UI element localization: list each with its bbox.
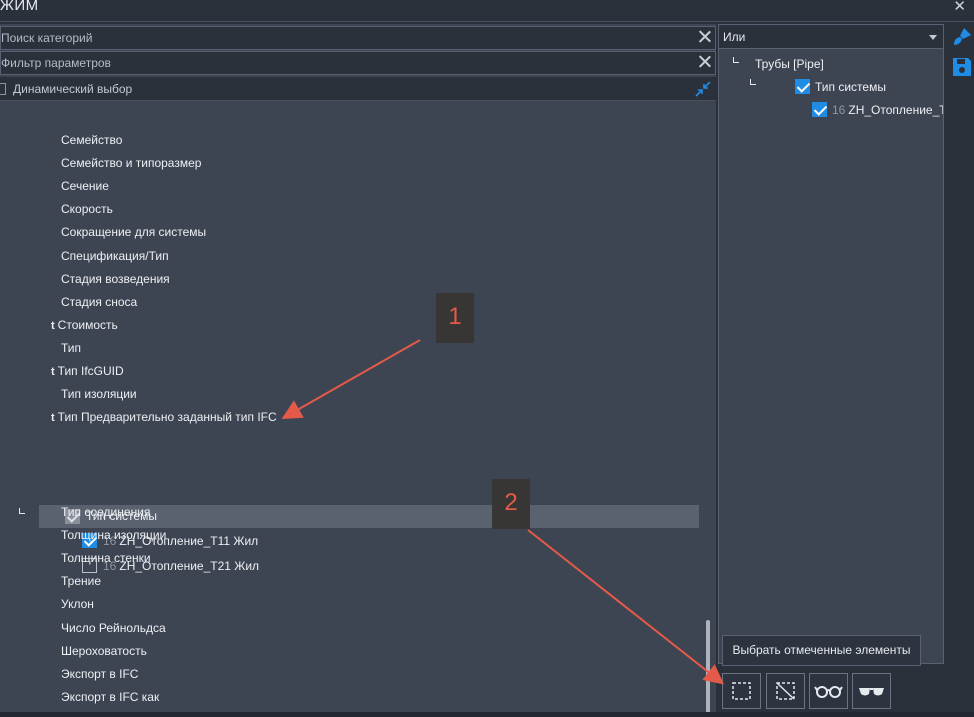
parameter-item-after-8[interactable]: Экспорт в IFC (61, 664, 138, 684)
chevron-down-icon[interactable] (929, 35, 937, 40)
scrollbar-thumb[interactable] (706, 620, 710, 716)
parameter-item-11[interactable]: t Тип IfcGUID (51, 361, 124, 381)
dynamic-selection-row: Динамический выбор (0, 77, 716, 101)
parameter-item-12[interactable]: Тип изоляции (61, 384, 137, 404)
filter-panel: Или Трубы [Pipe] Тип системы 16 ZH_Отопле… (718, 24, 944, 664)
parameter-label: Трение (61, 574, 102, 589)
parameter-label: Тип изоляции (61, 387, 137, 402)
status-strip (0, 712, 974, 717)
parameter-label: Семейство (61, 133, 123, 147)
parameter-list: Семейство Семейство и типоразмер Сечение Ск… (0, 102, 716, 717)
shared-parameter-icon: t (51, 412, 55, 425)
collapse-icon[interactable] (694, 80, 712, 98)
parameter-item-8[interactable]: Стадия сноса (61, 292, 137, 312)
hide-glasses-icon (859, 688, 884, 696)
parameter-filter-input[interactable] (1, 52, 691, 74)
parameter-item-10[interactable]: Тип (61, 338, 81, 358)
filter-parameter-checkbox[interactable] (795, 79, 810, 94)
parameter-label: Стадия сноса (61, 294, 138, 309)
parameter-label: Стоимость (57, 317, 118, 332)
clear-parameter-filter-icon[interactable] (698, 55, 712, 69)
logic-value: Или (723, 30, 746, 44)
category-search-field[interactable] (0, 26, 716, 50)
parameter-label: Тип соединения (61, 505, 151, 519)
parameter-item-after-3[interactable]: Толщина стенки (61, 548, 151, 568)
shared-parameter-icon: t (51, 319, 55, 332)
parameter-label: Шероховатость (61, 643, 147, 658)
parameter-item-after-1[interactable]: Тип соединения (61, 502, 150, 522)
tree-corner-icon[interactable] (750, 79, 756, 85)
filter-value: 16 ZH_Отопление_Т (832, 103, 943, 117)
parameters-panel: Динамический выбор Семейство Семейство и … (0, 24, 716, 717)
parameter-label: Уклон (61, 597, 94, 612)
parameter-item-13[interactable]: t Тип Предварительно заданный тип IFC (51, 407, 277, 427)
isolate-button[interactable] (809, 673, 848, 709)
parameter-label: Толщина изоляции (61, 528, 167, 543)
parameter-item-1[interactable]: Семейство (61, 130, 122, 150)
filter-value-checkbox[interactable] (812, 102, 827, 117)
parameter-item-after-9[interactable]: Экспорт в IFC как (61, 687, 159, 707)
shared-parameter-icon: t (51, 366, 55, 378)
close-icon[interactable]: ✕ (953, 0, 966, 15)
isolate-glasses-icon (814, 686, 843, 698)
expanded-corner-icon[interactable] (19, 508, 25, 514)
parameter-item-2[interactable]: Семейство и типоразмер (61, 153, 201, 173)
parameter-item-9[interactable]: t Стоимость (51, 315, 118, 335)
title-bar: ЖИМ ✕ (0, 0, 974, 22)
parameter-item-4[interactable]: Скорость (61, 199, 113, 219)
select-rect-icon (732, 682, 751, 700)
hide-button[interactable] (852, 673, 891, 709)
parameter-label: Экспорт в IFC (61, 666, 139, 681)
deselect-rect-button[interactable] (766, 673, 805, 709)
parameter-label: Тип IfcGUID (57, 364, 124, 378)
parameter-label: Стадия возведения (61, 271, 170, 286)
dynamic-selection-checkbox[interactable] (0, 83, 6, 95)
logic-dropdown[interactable]: Или (719, 25, 943, 49)
parameter-item-after-6[interactable]: Число Рейнольдса (61, 618, 166, 638)
parameter-item-after-2[interactable]: Толщина изоляции (61, 525, 166, 545)
tree-corner-icon[interactable] (733, 57, 739, 63)
save-icon[interactable] (951, 56, 973, 78)
parameter-label: Спецификация/Тип (61, 248, 169, 263)
parameter-label: Тип (61, 340, 82, 355)
parameter-item-6[interactable]: Спецификация/Тип (61, 246, 169, 266)
parameter-label: Семейство и типоразмер (61, 156, 202, 171)
parameter-filter-field[interactable] (0, 51, 716, 75)
parameter-label: Скорость (61, 202, 113, 217)
parameter-item-after-7[interactable]: Шероховатость (61, 641, 147, 661)
deselect-rect-icon (776, 682, 795, 700)
parameter-label: Тип Предварительно заданный тип IFC (57, 410, 277, 425)
select-rect-button[interactable] (722, 673, 761, 709)
category-search-input[interactable] (1, 27, 691, 49)
brush-icon[interactable] (951, 26, 973, 48)
parameter-item-7[interactable]: Стадия возведения (61, 269, 170, 289)
filter-tree: Трубы [Pipe] Тип системы 16 ZH_Отопление_… (719, 50, 943, 635)
annotation-1: 1 (436, 293, 474, 343)
filter-parameter: Тип системы (815, 80, 886, 94)
parameter-label: Сокращение для системы (61, 225, 207, 240)
parameter-label: Сечение (61, 179, 109, 194)
annotation-2: 2 (492, 479, 530, 529)
parameter-item-5[interactable]: Сокращение для системы (61, 222, 206, 242)
parameter-item-after-5[interactable]: Уклон (61, 594, 94, 614)
parameter-label: Число Рейнольдса (61, 620, 166, 635)
window-title: ЖИМ (0, 0, 39, 14)
parameter-item-after-4[interactable]: Трение (61, 571, 101, 591)
clear-category-search-icon[interactable] (698, 30, 712, 44)
parameter-item-3[interactable]: Сечение (61, 176, 109, 196)
parameter-label: Толщина стенки (61, 551, 151, 566)
select-checked-button[interactable]: Выбрать отмеченные элементы (722, 635, 921, 666)
dynamic-selection-label: Динамический выбор (13, 82, 133, 96)
filter-category[interactable]: Трубы [Pipe] (755, 54, 824, 74)
parameter-label: Экспорт в IFC как (61, 689, 160, 704)
